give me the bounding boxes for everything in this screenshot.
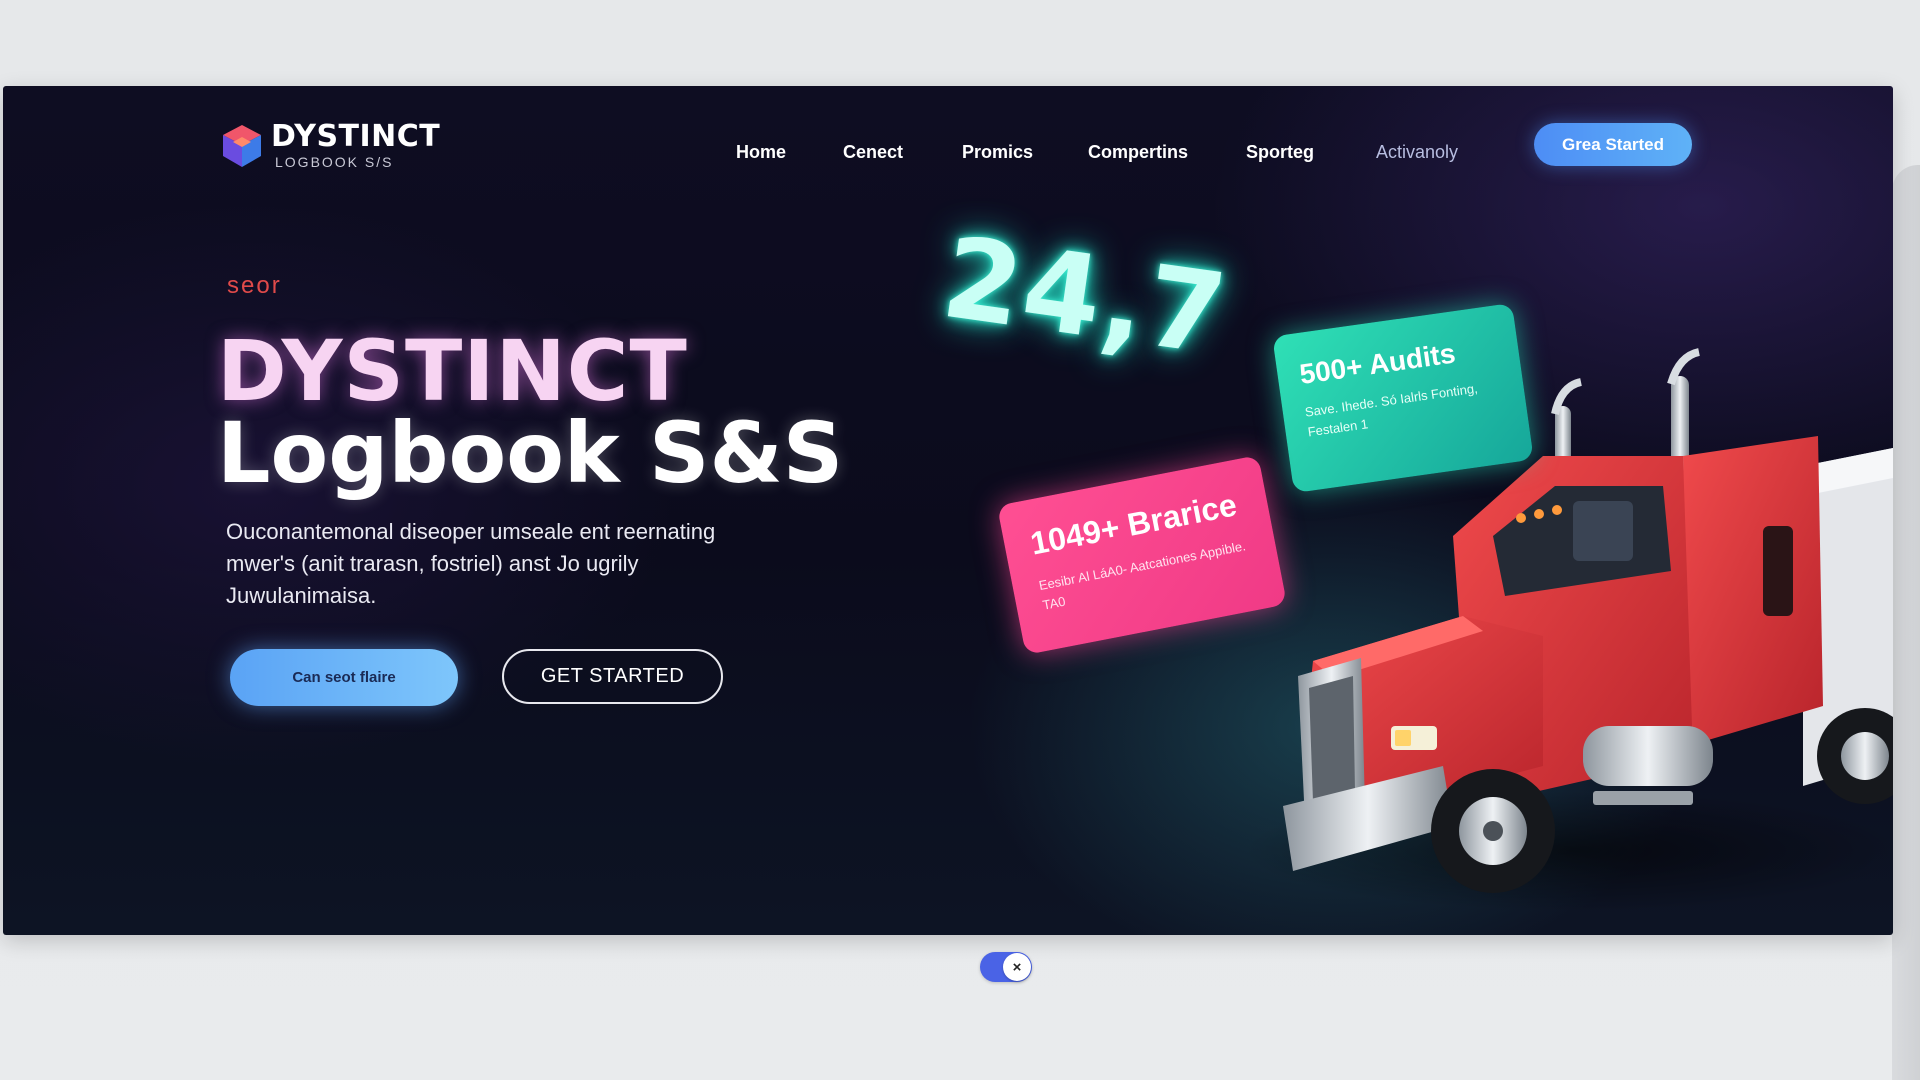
audits-card: 500+ Audits Save. Ihede. Só Ialrls Fonti… (1272, 302, 1534, 494)
close-toggle[interactable]: × (980, 952, 1032, 982)
nav-item-home[interactable]: Home (736, 142, 786, 163)
nav-item-promics[interactable]: Promics (962, 142, 1033, 163)
nav-item-compertins[interactable]: Compertins (1088, 142, 1188, 163)
hero-section: DYSTINCT LOGBOOK S/S Home Cenect Promics… (3, 86, 1893, 935)
nav-item-sporteg[interactable]: Sporteg (1246, 142, 1314, 163)
nav-item-activanoly[interactable]: Activanoly (1376, 142, 1458, 163)
hero-title-line2: Logbook S&S (217, 404, 844, 502)
primary-cta-button[interactable]: Can seot flaire (230, 649, 458, 706)
close-icon[interactable]: × (1003, 953, 1031, 981)
nav-item-cenect[interactable]: Cenect (843, 142, 903, 163)
hero-description: Ouconantemonal diseoper umseale ent reer… (226, 519, 716, 608)
neon-24-7-badge: 24,7 (935, 212, 1236, 382)
get-started-button[interactable]: GET STARTED (502, 649, 723, 704)
hero-eyebrow: seor (227, 272, 282, 299)
get-started-nav-button[interactable]: Grea Started (1534, 123, 1692, 166)
side-panel (1892, 165, 1920, 1080)
